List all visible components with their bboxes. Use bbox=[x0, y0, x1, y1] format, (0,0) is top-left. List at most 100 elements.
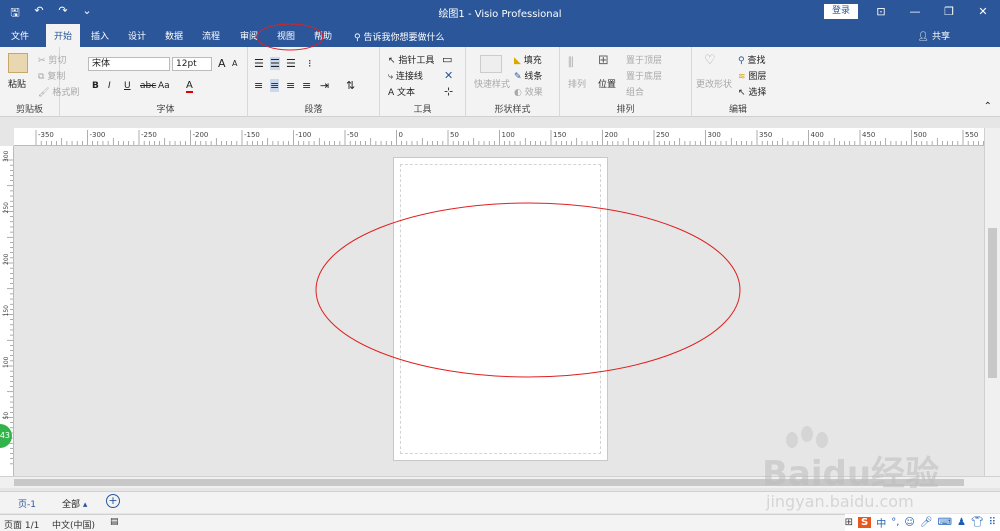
text-icon: A bbox=[388, 88, 395, 98]
align-shapes-icon[interactable]: ⫼ bbox=[568, 55, 574, 70]
share-button[interactable]: 👤︎ 共享 bbox=[918, 29, 950, 42]
add-page-button[interactable]: + bbox=[106, 494, 120, 508]
text-direction-icon[interactable]: ⇅ bbox=[346, 79, 355, 92]
layers-button[interactable]: ≋ 图层 bbox=[738, 69, 766, 82]
tab-review[interactable]: 审阅 bbox=[240, 29, 258, 42]
tab-insert[interactable]: 插入 bbox=[91, 29, 109, 42]
bring-to-front-button[interactable]: 置于顶层 bbox=[626, 53, 662, 66]
tab-help[interactable]: 帮助 bbox=[314, 29, 332, 42]
font-color-button[interactable]: A bbox=[186, 80, 193, 93]
ruler-label: 400 bbox=[811, 131, 824, 139]
font-name-select[interactable]: 宋体 bbox=[88, 57, 170, 71]
italic-button[interactable]: I bbox=[108, 81, 111, 91]
pointer-tool-button[interactable]: ↖ 指针工具 bbox=[388, 53, 434, 66]
select-button[interactable]: ↖ 选择 bbox=[738, 85, 766, 98]
shrink-font-button[interactable]: A bbox=[232, 59, 237, 68]
bullets-icon[interactable]: ⁝ bbox=[308, 57, 312, 70]
group-label-arrange: 排列 bbox=[616, 105, 635, 115]
align-top-icon[interactable]: ☰ bbox=[254, 57, 264, 70]
language-indicator[interactable]: 中文(中国) bbox=[52, 518, 95, 531]
paste-button[interactable]: 粘贴 bbox=[8, 77, 26, 90]
connector-button[interactable]: ⤷ 连接线 bbox=[388, 69, 423, 82]
search-icon: ⚲ bbox=[354, 33, 361, 43]
restore-button[interactable]: ❐ bbox=[932, 0, 966, 24]
all-pages-button[interactable]: 全部 ▴ bbox=[62, 497, 87, 510]
format-painter-button[interactable]: 🖌︎ 格式刷 bbox=[38, 85, 79, 98]
vertical-scroll-thumb[interactable] bbox=[988, 228, 997, 378]
brush-icon: 🖌︎ bbox=[38, 88, 50, 98]
align-center-icon[interactable]: ≡ bbox=[270, 79, 280, 92]
rectangle-icon[interactable]: ▭ bbox=[442, 53, 452, 66]
send-to-back-button[interactable]: 置于底层 bbox=[626, 69, 662, 82]
signin-button[interactable]: 登录 bbox=[824, 4, 858, 19]
fill-button[interactable]: ◣ 填充 bbox=[514, 53, 542, 66]
tab-file[interactable]: 文件 bbox=[11, 29, 29, 42]
change-shape-button[interactable]: 更改形状 bbox=[696, 77, 732, 90]
tab-process[interactable]: 流程 bbox=[202, 29, 220, 42]
copy-button[interactable]: ⧉ 复制 bbox=[38, 69, 65, 82]
line-label: 线条 bbox=[524, 72, 543, 82]
strikethrough-button[interactable]: abc bbox=[140, 81, 156, 91]
ribbon-display-icon[interactable]: ⊡ bbox=[864, 0, 898, 24]
text-tool-button[interactable]: A 文本 bbox=[388, 85, 415, 98]
group-font: 宋体 12pt A A B I U abc Aa A 字体 bbox=[84, 47, 248, 117]
macro-record-icon[interactable]: ▤ bbox=[110, 517, 119, 527]
tab-view[interactable]: 视图 bbox=[277, 29, 295, 42]
quick-styles-icon[interactable] bbox=[480, 55, 502, 73]
tab-design[interactable]: 设计 bbox=[128, 29, 146, 42]
page-tab-1[interactable]: 页-1 bbox=[18, 497, 36, 510]
select-label: 选择 bbox=[748, 88, 767, 98]
page-margin bbox=[400, 164, 601, 454]
ruler-label: 300 bbox=[708, 131, 721, 139]
change-case-button[interactable]: Aa bbox=[158, 81, 170, 91]
grow-font-button[interactable]: A bbox=[218, 57, 226, 70]
position-icon[interactable]: ⊞ bbox=[598, 53, 609, 68]
format-painter-label: 格式刷 bbox=[52, 88, 80, 98]
align-shapes-button[interactable]: 排列 bbox=[568, 77, 586, 90]
all-pages-label: 全部 bbox=[62, 500, 81, 510]
indent-icon[interactable]: ⇥ bbox=[320, 79, 329, 92]
pointer-tool-label: 指针工具 bbox=[398, 56, 435, 66]
effects-button[interactable]: ◐ 效果 bbox=[514, 85, 543, 98]
tab-home[interactable]: 开始 bbox=[46, 24, 81, 47]
cut-button[interactable]: ✂ 剪切 bbox=[38, 53, 66, 66]
line-button[interactable]: ✎ 线条 bbox=[514, 69, 542, 82]
underline-button[interactable]: U bbox=[124, 81, 131, 91]
close-x-icon[interactable]: ✕ bbox=[444, 69, 453, 82]
ruler-label: 50 bbox=[3, 412, 10, 420]
paste-icon[interactable] bbox=[8, 53, 28, 73]
ruler-label: 150 bbox=[553, 131, 566, 139]
ruler-label: 300 bbox=[3, 150, 10, 162]
window-controls: ⊡ — ❐ ✕ bbox=[864, 0, 1000, 24]
align-left-icon[interactable]: ≡ bbox=[254, 79, 263, 92]
change-shape-icon[interactable]: ♡ bbox=[704, 53, 716, 68]
tell-me-box[interactable]: ⚲ 告诉我你想要做什么 bbox=[354, 30, 444, 43]
find-button[interactable]: ⚲ 查找 bbox=[738, 53, 765, 66]
align-right-icon[interactable]: ≡ bbox=[286, 79, 295, 92]
collapse-ribbon-icon[interactable]: ⌃ bbox=[984, 101, 992, 112]
tab-data[interactable]: 数据 bbox=[165, 29, 183, 42]
drawing-page[interactable] bbox=[393, 157, 608, 461]
connection-point-icon[interactable]: ⊹ bbox=[444, 85, 453, 98]
close-button[interactable]: ✕ bbox=[966, 0, 1000, 24]
align-middle-icon[interactable]: ☰ bbox=[270, 57, 280, 70]
page-indicator[interactable]: 页面 1/1 bbox=[4, 518, 39, 531]
tell-me-text: 告诉我你想要做什么 bbox=[363, 33, 445, 43]
ribbon: 粘贴 ✂ 剪切 ⧉ 复制 🖌︎ 格式刷 剪贴板 宋体 12pt A A B I … bbox=[0, 47, 1000, 117]
watermark-brand: Baidu经验 bbox=[762, 454, 940, 494]
quick-styles-button[interactable]: 快速样式 bbox=[474, 77, 510, 90]
group-clipboard: 粘贴 ✂ 剪切 ⧉ 复制 🖌︎ 格式刷 剪贴板 bbox=[0, 47, 79, 117]
font-size-select[interactable]: 12pt bbox=[172, 57, 212, 71]
group-editing: ♡ 更改形状 ⚲ 查找 ≋ 图层 ↖ 选择 编辑 bbox=[692, 47, 784, 117]
position-button[interactable]: 位置 bbox=[598, 77, 616, 90]
group-button[interactable]: 组合 bbox=[626, 85, 644, 98]
cut-label: 剪切 bbox=[48, 56, 67, 66]
minimize-button[interactable]: — bbox=[898, 0, 932, 24]
ruler-label: 250 bbox=[3, 202, 10, 214]
bold-button[interactable]: B bbox=[92, 81, 99, 91]
baidu-jingyan-watermark: Baidu经验 jingyan.baidu.com bbox=[762, 420, 992, 520]
align-bottom-icon[interactable]: ☰ bbox=[286, 57, 296, 70]
copy-icon: ⧉ bbox=[38, 72, 45, 82]
justify-icon[interactable]: ≡ bbox=[302, 79, 311, 92]
fill-label: 填充 bbox=[523, 56, 542, 66]
